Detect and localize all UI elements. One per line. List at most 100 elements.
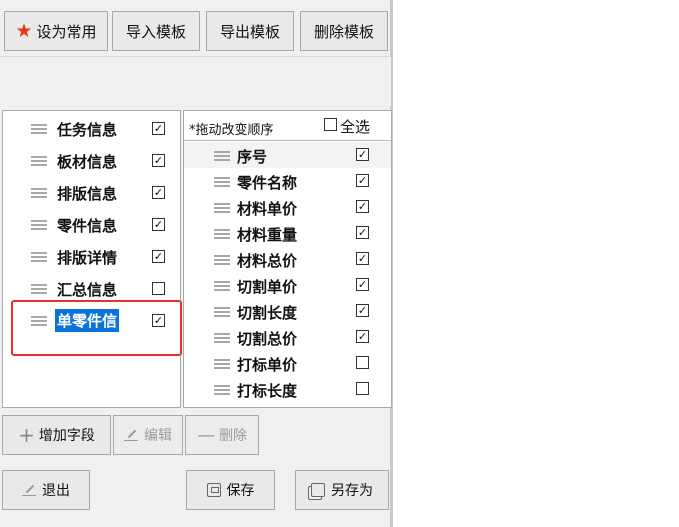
category-label: 汇总信息	[57, 281, 118, 299]
drag-handle-icon[interactable]	[31, 188, 47, 199]
minus-icon: —	[197, 424, 215, 446]
category-label: 板材信息	[57, 153, 118, 171]
drag-handle-icon[interactable]	[31, 220, 47, 231]
field-label: 打标单价	[237, 356, 298, 374]
field-checkbox[interactable]: ✓	[356, 304, 369, 317]
drag-hint-text: *拖动改变顺序	[189, 123, 274, 138]
field-label: 序号	[237, 148, 268, 166]
field-checkbox[interactable]	[356, 382, 369, 395]
field-label: 切割长度	[237, 304, 298, 322]
drag-handle-icon[interactable]	[214, 359, 230, 370]
delete-field-label: 删除	[219, 428, 247, 444]
drag-handle-icon[interactable]	[214, 281, 230, 292]
field-label: 切割总价	[237, 330, 298, 348]
save-as-button[interactable]: 另存为	[295, 470, 389, 510]
highlight-annotation	[11, 300, 182, 356]
drag-handle-icon[interactable]	[214, 177, 230, 188]
add-field-button[interactable]: + 增加字段	[2, 415, 111, 455]
category-item[interactable]: 排版详情 ✓	[3, 241, 180, 273]
category-label: 任务信息	[57, 121, 118, 139]
drag-handle-icon[interactable]	[31, 252, 47, 263]
category-label: 零件信息	[57, 217, 118, 235]
drag-handle-icon[interactable]	[31, 156, 47, 167]
drag-handle-icon[interactable]	[214, 385, 230, 396]
field-item[interactable]: 材料重量 ✓	[184, 220, 391, 246]
field-item[interactable]: 打标长度	[184, 376, 391, 402]
field-label: 零件名称	[237, 174, 298, 192]
field-checkbox[interactable]: ✓	[356, 174, 369, 187]
drag-handle-icon[interactable]	[31, 124, 47, 135]
star-icon: ★	[15, 19, 33, 42]
plus-icon: +	[18, 423, 35, 447]
field-label: 材料重量	[237, 226, 298, 244]
field-item[interactable]: 打标单价	[184, 350, 391, 376]
category-item[interactable]: 零件信息 ✓	[3, 209, 180, 241]
list-bottom-edge	[184, 407, 391, 408]
drag-handle-icon[interactable]	[214, 255, 230, 266]
field-label: 材料总价	[237, 252, 298, 270]
delete-template-label: 删除模板	[313, 22, 374, 41]
field-checkbox[interactable]: ✓	[356, 148, 369, 161]
field-checkbox[interactable]: ✓	[356, 278, 369, 291]
field-label: 切割单价	[237, 278, 298, 296]
drag-handle-icon[interactable]	[31, 284, 47, 295]
pencil-icon	[124, 429, 138, 441]
save-icon	[206, 483, 221, 497]
delete-template-button[interactable]: 删除模板	[300, 11, 388, 51]
category-item[interactable]: 板材信息 ✓	[3, 145, 180, 177]
template-bar	[0, 56, 391, 106]
select-all-label: 全选	[340, 118, 371, 136]
set-common-button[interactable]: ★ 设为常用	[4, 11, 108, 51]
field-label: 打标长度	[237, 382, 298, 400]
exit-icon	[22, 484, 36, 496]
select-all-checkbox[interactable]	[324, 118, 337, 131]
field-label: 材料单价	[237, 200, 298, 218]
set-common-label: 设为常用	[36, 22, 97, 41]
drag-handle-icon[interactable]	[214, 151, 230, 162]
template-settings-panel: ★ 设为常用 导入模板 导出模板 删除模板 任务信息 ✓ 板材信息 ✓ 排版信息 ✓ 零件信…	[0, 0, 393, 527]
delete-field-button[interactable]: — 删除	[185, 415, 259, 455]
field-checkbox[interactable]: ✓	[356, 330, 369, 343]
save-as-label: 另存为	[331, 483, 373, 499]
category-checkbox[interactable]: ✓	[152, 250, 165, 263]
save-label: 保存	[226, 483, 255, 499]
export-template-label: 导出模板	[219, 22, 280, 41]
save-button[interactable]: 保存	[186, 470, 275, 510]
export-template-button[interactable]: 导出模板	[206, 11, 294, 51]
category-checkbox[interactable]: ✓	[152, 122, 165, 135]
field-list-panel: *拖动改变顺序 全选 序号 ✓ 零件名称 ✓ 材料单价 ✓ 材料重量 ✓ 材料总价 ✓ 切割单价 ✓ 切…	[183, 110, 392, 408]
category-checkbox[interactable]: ✓	[152, 218, 165, 231]
field-checkbox[interactable]: ✓	[356, 252, 369, 265]
import-template-button[interactable]: 导入模板	[112, 11, 200, 51]
exit-label: 退出	[42, 483, 70, 499]
category-item[interactable]: 任务信息 ✓	[3, 113, 180, 145]
drag-handle-icon[interactable]	[214, 229, 230, 240]
field-item[interactable]: 材料总价 ✓	[184, 246, 391, 272]
field-checkbox[interactable]: ✓	[356, 200, 369, 213]
field-item[interactable]: 零件名称 ✓	[184, 168, 391, 194]
drag-handle-icon[interactable]	[214, 307, 230, 318]
field-item[interactable]: 切割总价 ✓	[184, 324, 391, 350]
field-list-header: *拖动改变顺序 全选	[184, 111, 391, 141]
category-list[interactable]: 任务信息 ✓ 板材信息 ✓ 排版信息 ✓ 零件信息 ✓ 排版详情 ✓ 汇总信息 单零件信 ✓	[2, 110, 181, 408]
drag-handle-icon[interactable]	[214, 333, 230, 344]
category-label: 排版详情	[57, 249, 118, 267]
field-item[interactable]: 序号 ✓	[184, 142, 391, 168]
drag-handle-icon[interactable]	[214, 203, 230, 214]
category-checkbox[interactable]: ✓	[152, 186, 165, 199]
import-template-label: 导入模板	[125, 22, 186, 41]
edit-field-label: 编辑	[144, 428, 172, 444]
category-label: 排版信息	[57, 185, 118, 203]
category-checkbox[interactable]	[152, 282, 165, 295]
add-field-label: 增加字段	[38, 428, 95, 444]
category-checkbox[interactable]: ✓	[152, 154, 165, 167]
field-item[interactable]: 材料单价 ✓	[184, 194, 391, 220]
edit-field-button[interactable]: 编辑	[113, 415, 183, 455]
field-checkbox[interactable]: ✓	[356, 226, 369, 239]
field-checkbox[interactable]	[356, 356, 369, 369]
save-as-icon	[311, 483, 325, 497]
field-item[interactable]: 切割单价 ✓	[184, 272, 391, 298]
exit-button[interactable]: 退出	[2, 470, 90, 510]
category-item[interactable]: 排版信息 ✓	[3, 177, 180, 209]
field-item[interactable]: 切割长度 ✓	[184, 298, 391, 324]
